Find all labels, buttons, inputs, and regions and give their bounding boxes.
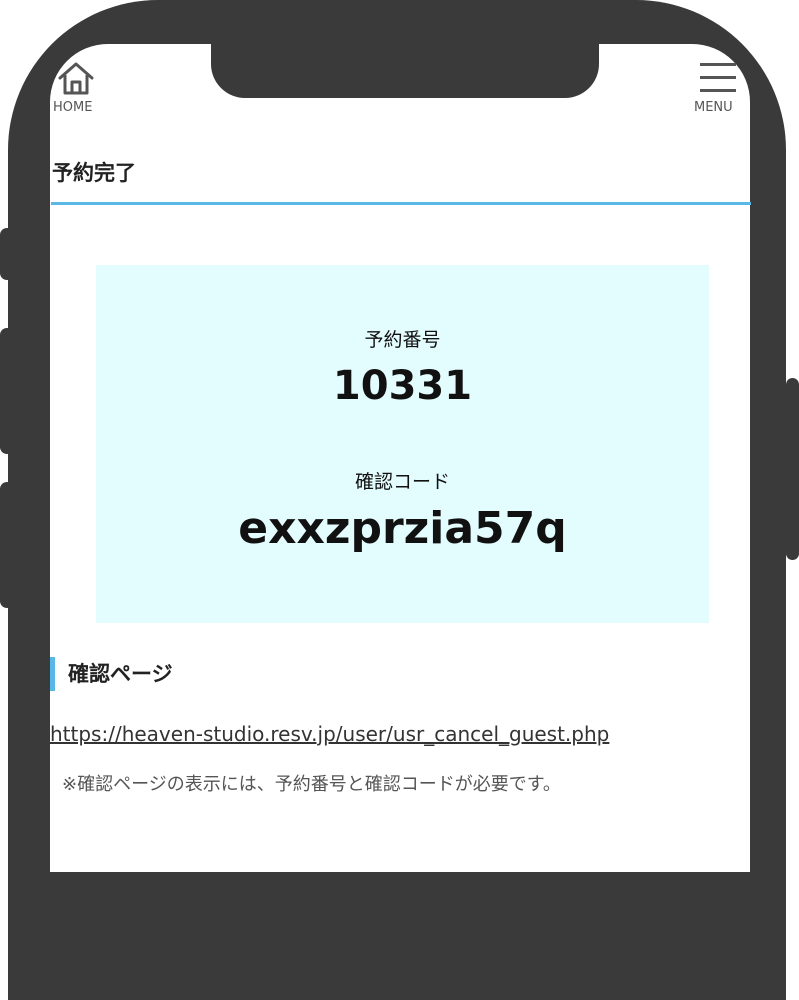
reservation-number: 10331 [332,363,473,409]
phone-power-button [786,378,799,560]
home-button[interactable]: HOME [53,58,109,120]
confirmation-code-label: 確認コード [354,471,450,493]
page-title: 予約完了 [52,161,136,185]
menu-button[interactable]: MENU [693,58,749,120]
hamburger-menu-icon [700,63,736,92]
phone-side-button-1 [0,228,14,280]
confirm-page-note: ※確認ページの表示には、予約番号と確認コードが必要です。 [62,774,561,795]
phone-notch [211,36,599,98]
reservation-info-box: 予約番号 10331 確認コード exxzprzia57q [96,265,709,623]
phone-side-button-3 [0,482,14,608]
phone-side-button-2 [0,328,14,454]
confirm-page-link[interactable]: https://heaven-studio.resv.jp/user/usr_c… [50,722,609,746]
home-icon [58,62,94,95]
reservation-number-label: 予約番号 [364,329,441,351]
home-label: HOME [53,100,93,115]
confirm-page-heading: 確認ページ [50,657,173,691]
title-divider [51,202,751,205]
menu-label: MENU [694,100,733,115]
confirmation-code: exxzprzia57q [238,503,567,554]
